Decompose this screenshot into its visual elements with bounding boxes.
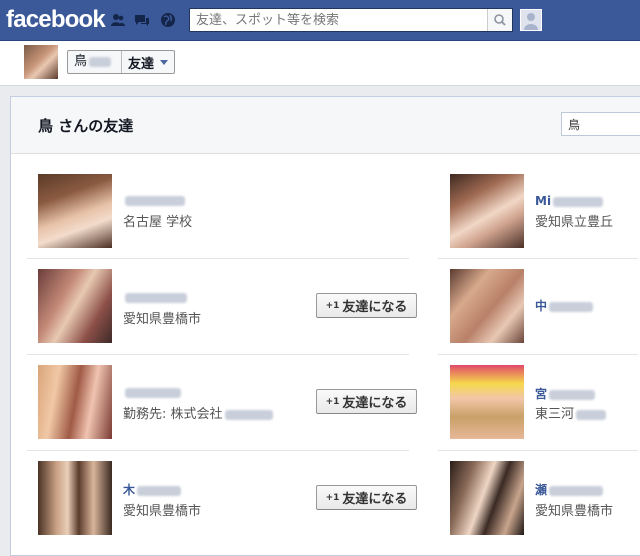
search-input[interactable] xyxy=(190,9,488,31)
friend-info-text: 勤務先: 株式会社 xyxy=(123,407,223,422)
blurred-name xyxy=(125,292,187,303)
friend-name[interactable]: Mi xyxy=(535,194,605,208)
notifications-globe-icon[interactable] xyxy=(160,12,176,28)
page-title: 鳥 さんの友達 xyxy=(38,117,134,135)
friend-photo[interactable] xyxy=(38,461,112,535)
profile-thumbnail[interactable] xyxy=(24,45,58,79)
search-box xyxy=(189,8,513,32)
row-divider xyxy=(27,354,409,355)
row-divider xyxy=(438,450,638,451)
friend-requests-icon[interactable] xyxy=(110,12,126,28)
facebook-logo[interactable]: facebook xyxy=(6,6,106,34)
add-friend-badge: +1 xyxy=(325,300,340,311)
blurred-name xyxy=(553,196,604,207)
add-friend-label: 友達になる xyxy=(342,300,408,315)
friend-photo[interactable] xyxy=(450,269,524,343)
row-divider xyxy=(27,450,409,451)
row-divider xyxy=(438,354,638,355)
friend-info: 勤務先: 株式会社 xyxy=(123,403,275,422)
profile-name-button[interactable]: 鳥 友達 xyxy=(67,50,176,74)
friend-info: 愛知県豊橋市 xyxy=(535,504,614,519)
friend-name[interactable]: 宮 xyxy=(535,385,597,402)
friend-name[interactable] xyxy=(123,290,189,304)
profile-subheader: 鳥 友達 xyxy=(0,41,640,86)
blurred-info xyxy=(576,409,607,420)
friend-photo[interactable] xyxy=(38,365,112,439)
profile-name[interactable]: 鳥 xyxy=(68,51,123,73)
friend-name-text: 中 xyxy=(535,299,548,313)
friend-name-text: 木 xyxy=(123,483,136,497)
add-friend-button[interactable]: +1 友達になる xyxy=(316,389,417,414)
friends-status-label: 友達 xyxy=(128,56,155,72)
user-avatar[interactable] xyxy=(520,9,542,31)
friend-photo[interactable] xyxy=(38,269,112,343)
chevron-down-icon xyxy=(160,59,169,65)
friend-photo[interactable] xyxy=(450,365,524,439)
add-friend-button[interactable]: +1 友達になる xyxy=(316,485,417,510)
row-divider xyxy=(438,258,638,259)
friend-info: 愛知県豊橋市 xyxy=(123,312,202,327)
profile-name-text: 鳥 xyxy=(74,54,88,69)
blurred-name xyxy=(125,387,181,398)
friend-name[interactable]: 中 xyxy=(535,297,595,314)
friend-info: 愛知県豊橋市 xyxy=(123,504,202,519)
friend-name[interactable] xyxy=(123,385,183,399)
blurred-name xyxy=(549,301,594,312)
user-silhouette-icon xyxy=(521,10,541,30)
friend-name-text: 宮 xyxy=(535,387,548,401)
friend-info: 名古屋 学校 xyxy=(123,215,193,230)
friend-name[interactable]: 瀬 xyxy=(535,481,605,498)
row-divider xyxy=(27,258,409,259)
friends-search-input[interactable]: 鳥 xyxy=(561,112,640,136)
friend-photo[interactable] xyxy=(450,174,524,248)
add-friend-label: 友達になる xyxy=(342,492,408,507)
friends-status-dropdown[interactable]: 友達 xyxy=(122,51,174,73)
panel-header: 鳥 さんの友達 鳥 xyxy=(11,97,640,154)
friend-name-text: Mi xyxy=(535,194,552,208)
friend-info-text: 東三河 xyxy=(535,407,575,422)
friend-info: 愛知県立豊丘 xyxy=(535,215,614,230)
friend-name[interactable]: 木 xyxy=(123,481,183,498)
add-friend-badge: +1 xyxy=(325,492,340,503)
add-friend-label: 友達になる xyxy=(342,396,408,411)
search-button[interactable] xyxy=(487,9,512,31)
add-friend-button[interactable]: +1 友達になる xyxy=(316,293,417,318)
messages-icon[interactable] xyxy=(134,12,150,28)
blurred-name xyxy=(549,389,596,400)
search-icon xyxy=(494,14,506,26)
top-navigation-bar: facebook xyxy=(0,0,640,41)
friend-photo[interactable] xyxy=(38,174,112,248)
friend-info: 東三河 xyxy=(535,403,608,422)
friend-photo[interactable] xyxy=(450,461,524,535)
friend-name[interactable] xyxy=(123,193,187,207)
blurred-name xyxy=(125,195,185,206)
blurred-name xyxy=(137,485,182,496)
add-friend-badge: +1 xyxy=(325,396,340,407)
blurred-info xyxy=(224,409,273,420)
blurred-name xyxy=(549,485,604,496)
blurred-name-part xyxy=(89,56,112,67)
friend-name-text: 瀬 xyxy=(535,483,548,497)
friends-search-value: 鳥 xyxy=(568,118,581,132)
